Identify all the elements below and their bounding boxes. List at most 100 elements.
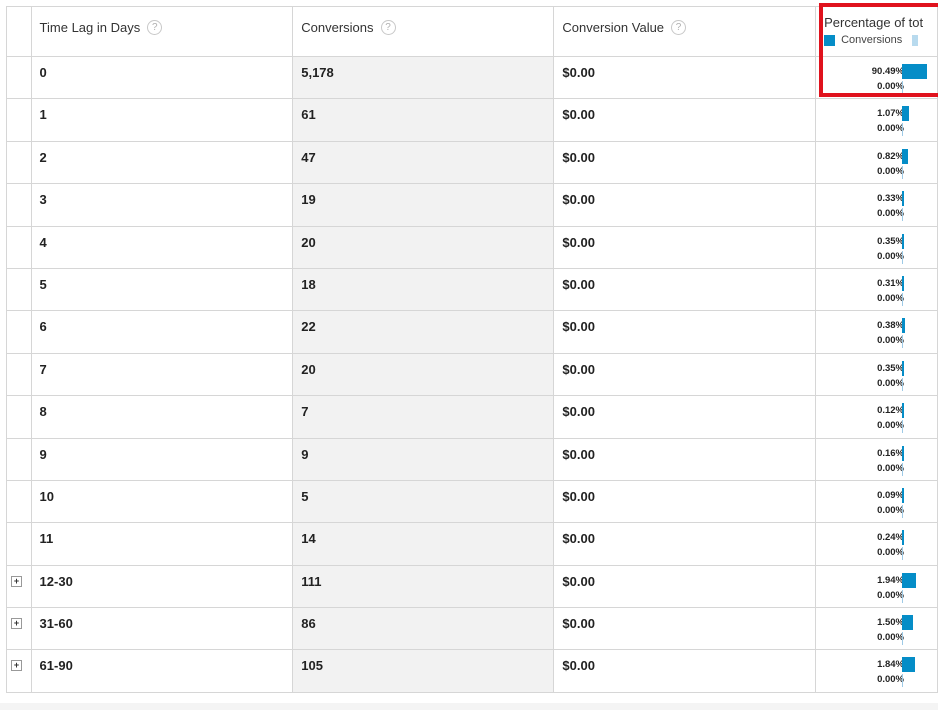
conversion-value-value: $0.00	[562, 531, 595, 547]
percentage-values: 0.09% 0.00%	[877, 488, 904, 518]
conversions-cell: 86	[292, 607, 555, 651]
percentage-bar-area	[902, 318, 927, 349]
time-lag-header[interactable]: Time Lag in Days ?	[30, 6, 294, 57]
value-share-bar	[902, 462, 904, 476]
value-percentage: 0.00%	[877, 462, 904, 474]
expand-plus-icon[interactable]: +	[11, 660, 22, 672]
time-lag-value: 31-60	[39, 616, 73, 632]
conversion-value-cell: $0.00	[553, 352, 817, 397]
percentage-bar-area	[902, 615, 927, 646]
value-share-bar	[902, 208, 904, 222]
conversions-value: 9	[301, 446, 309, 462]
time-lag-value: 8	[39, 404, 47, 420]
value-share-bar	[902, 377, 904, 391]
time-lag-value: 7	[39, 361, 47, 377]
conversions-share-bar	[902, 572, 917, 588]
value-share-bar	[902, 504, 904, 518]
conversions-share-bar	[902, 148, 909, 164]
time-lag-cell: 31-60	[30, 607, 294, 651]
value-share-bar	[902, 632, 904, 646]
conversions-percentage: 0.35%	[877, 235, 904, 247]
conversion-value-value: $0.00	[562, 319, 595, 335]
percentage-bar-area	[902, 64, 928, 94]
value-percentage: 0.00%	[877, 250, 904, 262]
expand-cell	[6, 98, 32, 142]
value-share-bar	[902, 589, 904, 603]
percentage-bar-area	[902, 657, 927, 688]
time-lag-value: 2	[39, 149, 47, 165]
conversion-value-cell: $0.00	[553, 267, 817, 312]
percentage-values: 0.35% 0.00%	[877, 234, 904, 264]
conversions-value: 105	[301, 658, 323, 674]
conversions-share-bar	[902, 657, 916, 673]
conversions-cell: 18	[292, 267, 555, 312]
conversions-header[interactable]: Conversions ?	[292, 6, 555, 57]
percentage-values: 0.38% 0.00%	[877, 318, 904, 348]
conversions-cell: 20	[292, 225, 555, 269]
time-lag-table: Time Lag in Days ? Conversions ? Convers…	[6, 6, 938, 693]
conversions-percentage: 0.31%	[877, 277, 904, 289]
table-row: +31-60 86 $0.00 1.50% 0.00%	[6, 607, 938, 651]
table-row: 5 18 $0.00 0.31% 0.00%	[6, 267, 938, 312]
expand-cell	[6, 225, 32, 269]
percentage-cell: 0.82% 0.00%	[815, 140, 938, 185]
percentage-bar-area	[902, 572, 927, 603]
time-lag-cell: 4	[30, 225, 294, 269]
expand-plus-icon[interactable]: +	[11, 575, 22, 587]
percentage-values: 0.24% 0.00%	[877, 530, 904, 560]
value-percentage: 0.00%	[877, 165, 904, 177]
help-icon[interactable]: ?	[671, 20, 687, 35]
conversion-value-value: $0.00	[562, 616, 595, 632]
percentage-bar-area	[902, 445, 927, 476]
conversions-cell: 5,178	[292, 55, 555, 100]
help-icon[interactable]: ?	[147, 20, 163, 35]
conversions-percentage: 0.33%	[877, 193, 904, 205]
expand-cell	[6, 522, 32, 566]
conversions-share-bar	[902, 615, 914, 631]
help-icon[interactable]: ?	[380, 20, 396, 35]
conversion-value-cell: $0.00	[553, 649, 817, 693]
conversions-cell: 20	[292, 352, 555, 397]
percentage-header[interactable]: Percentage of tot Conversions	[815, 6, 938, 57]
time-lag-value: 4	[39, 234, 47, 250]
time-lag-value: 10	[39, 488, 55, 504]
conversion-value-value: $0.00	[562, 404, 595, 420]
percentage-cell: 0.09% 0.00%	[815, 479, 938, 524]
percentage-values: 0.31% 0.00%	[877, 276, 904, 306]
value-percentage: 0.00%	[877, 420, 904, 432]
table-footer-band	[0, 703, 938, 710]
header-row: Time Lag in Days ? Conversions ? Convers…	[6, 6, 938, 57]
conversions-share-bar	[902, 233, 905, 249]
time-lag-cell: 8	[30, 395, 294, 439]
expand-plus-icon[interactable]: +	[11, 618, 22, 630]
conversions-value: 47	[301, 149, 316, 165]
value-percentage: 0.00%	[877, 504, 904, 516]
conversion-value-header[interactable]: Conversion Value ?	[553, 6, 817, 57]
conversions-share-bar	[902, 64, 928, 79]
percentage-cell: 90.49% 0.00%	[815, 55, 938, 100]
conversion-value-value: $0.00	[562, 446, 595, 462]
expand-cell: +	[6, 607, 32, 651]
conversions-share-bar	[902, 106, 910, 122]
value-share-bar	[902, 674, 904, 688]
conversion-value-value: $0.00	[562, 361, 595, 377]
conversions-percentage: 0.38%	[877, 320, 904, 332]
conversion-value-header-label: Conversion Value	[562, 20, 665, 35]
conversions-value: 19	[301, 192, 316, 208]
conversions-value: 20	[301, 361, 316, 377]
time-lag-value: 1	[39, 107, 47, 123]
conversions-share-bar	[902, 360, 905, 376]
percentage-bar-area	[902, 530, 927, 561]
conversions-percentage: 0.35%	[877, 362, 904, 374]
value-percentage: 0.00%	[877, 674, 904, 686]
conversion-value-cell: $0.00	[553, 55, 817, 100]
conversion-value-cell: $0.00	[553, 607, 817, 651]
conversions-cell: 47	[292, 140, 555, 185]
conversion-value-cell: $0.00	[553, 98, 817, 142]
time-lag-cell: 9	[30, 437, 294, 481]
conversions-percentage: 0.24%	[877, 532, 904, 544]
conversions-cell: 7	[292, 395, 555, 439]
table-row: 7 20 $0.00 0.35% 0.00%	[6, 352, 938, 397]
value-percentage: 0.00%	[877, 377, 904, 389]
table-row: 9 9 $0.00 0.16% 0.00%	[6, 437, 938, 481]
